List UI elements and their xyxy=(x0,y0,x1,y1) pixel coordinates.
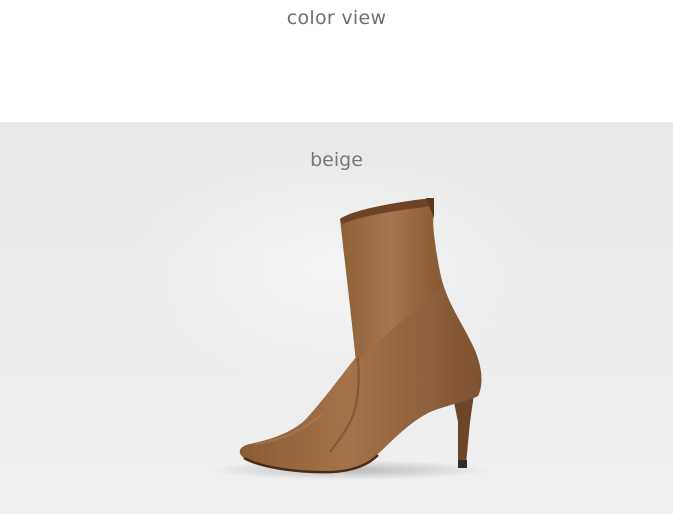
section-title: color view xyxy=(286,7,387,29)
product-photo: beige xyxy=(0,122,673,514)
color-view-header: color view xyxy=(0,0,673,122)
heel-tip xyxy=(458,460,467,468)
ankle-boot-icon xyxy=(210,198,490,480)
